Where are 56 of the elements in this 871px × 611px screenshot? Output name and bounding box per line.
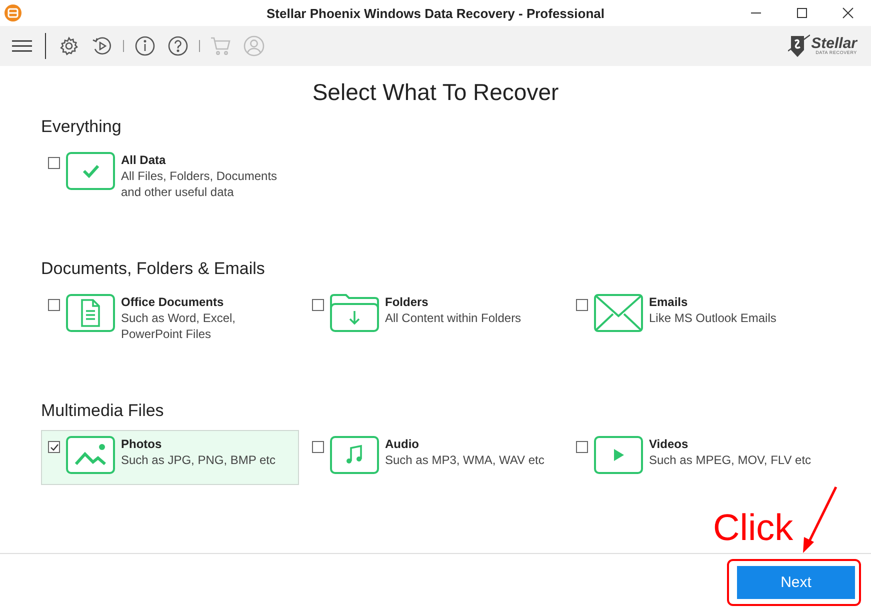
recovery-option[interactable]: Videos Such as MPEG, MOV, FLV etc	[569, 430, 827, 485]
option-description: All Content within Folders	[385, 310, 522, 326]
folder-icon	[330, 294, 379, 332]
checkbox[interactable]	[312, 299, 324, 311]
recovery-option[interactable]: All Data All Files, Folders, Documents and other useful data	[41, 146, 299, 201]
window-title: Stellar Phoenix Windows Data Recovery - Professional	[266, 6, 606, 20]
info-button[interactable]	[133, 34, 157, 58]
user-icon	[243, 35, 265, 57]
app-logo-icon	[4, 4, 22, 22]
cart-icon	[210, 35, 232, 57]
next-button[interactable]: Next	[737, 566, 855, 599]
recovery-option[interactable]: Emails Like MS Outlook Emails	[569, 288, 827, 343]
close-icon	[842, 7, 854, 19]
option-title: Folders	[385, 294, 430, 310]
maximize-icon	[796, 7, 808, 19]
checkbox[interactable]	[576, 299, 588, 311]
option-title: Audio	[385, 436, 420, 452]
option-title: Videos	[649, 436, 690, 452]
option-description: All Files, Folders, Documents and other useful data	[121, 168, 278, 200]
option-description: Like MS Outlook Emails	[649, 310, 778, 326]
section-heading: Everything	[41, 117, 122, 137]
option-description: Such as JPG, PNG, BMP etc	[121, 452, 276, 468]
option-description: Such as MP3, WMA, WAV etc	[385, 452, 546, 468]
checkbox[interactable]	[48, 441, 60, 453]
history-icon	[91, 35, 113, 57]
checkbox[interactable]	[48, 157, 60, 169]
option-title: Photos	[121, 436, 163, 452]
logo-wordmark: Stellar	[811, 36, 857, 52]
document-icon	[66, 294, 115, 332]
section-heading: Documents, Folders & Emails	[41, 259, 266, 279]
annotation-arrow	[800, 486, 840, 554]
annotation-label: Click	[713, 506, 794, 550]
recovery-option[interactable]: Photos Such as JPG, PNG, BMP etc	[41, 430, 299, 485]
section-heading: Multimedia Files	[41, 401, 165, 421]
checkbox[interactable]	[312, 441, 324, 453]
checkmark-icon	[66, 152, 115, 190]
option-title: Emails	[649, 294, 689, 310]
image-icon	[66, 436, 115, 474]
page-heading: Select What To Recover	[311, 79, 560, 106]
recovery-option[interactable]: Office Documents Such as Word, Excel, PowerPoint Files	[41, 288, 299, 343]
play-icon	[594, 436, 643, 474]
option-title: All Data	[121, 152, 167, 168]
option-description: Such as MPEG, MOV, FLV etc	[649, 452, 812, 468]
recovery-option[interactable]: Folders All Content within Folders	[305, 288, 563, 343]
recovery-option[interactable]: Audio Such as MP3, WMA, WAV etc	[305, 430, 563, 485]
shield-logo-icon	[788, 33, 810, 59]
settings-icon	[58, 35, 80, 57]
checkbox[interactable]	[576, 441, 588, 453]
checkbox[interactable]	[48, 299, 60, 311]
option-title: Office Documents	[121, 294, 225, 310]
info-icon	[134, 35, 156, 57]
music-note-icon	[330, 436, 379, 474]
help-icon	[167, 35, 189, 57]
envelope-icon	[594, 294, 643, 332]
option-description: Such as Word, Excel, PowerPoint Files	[121, 310, 236, 342]
help-button[interactable]	[166, 34, 190, 58]
